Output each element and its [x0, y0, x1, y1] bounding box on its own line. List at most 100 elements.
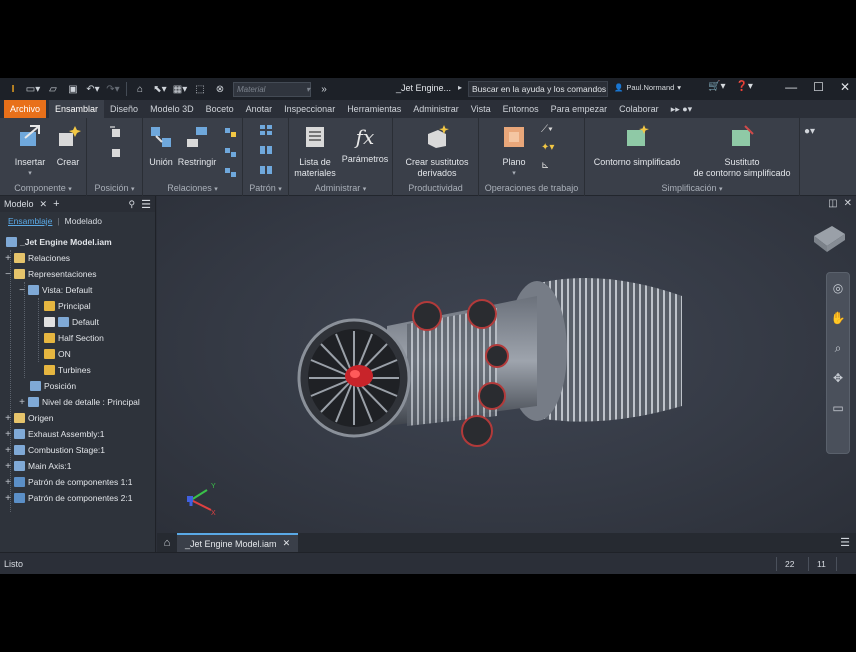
- tree-item-turbines[interactable]: Turbines: [44, 362, 91, 378]
- look-at-icon[interactable]: ▭: [827, 393, 849, 423]
- select-icon[interactable]: ⬉▾: [153, 83, 167, 95]
- lista-materiales-button[interactable]: Lista de materiales: [293, 124, 337, 179]
- show-sick-icon[interactable]: [223, 146, 237, 158]
- user-account[interactable]: 👤 Paul.Normand ▾: [614, 83, 681, 92]
- tree-root[interactable]: _Jet Engine Model.iam: [6, 234, 112, 250]
- ribbon-options-icon[interactable]: ●▾: [804, 126, 815, 137]
- cart-icon[interactable]: 🛒▾: [708, 81, 725, 92]
- hide-relations-icon[interactable]: [223, 166, 237, 178]
- zoom-icon[interactable]: ⌕: [827, 333, 849, 363]
- simplificacion-group-label[interactable]: Simplificación ▾: [585, 183, 799, 193]
- jet-engine-model[interactable]: [297, 256, 697, 476]
- new-file-icon[interactable]: ▭▾: [26, 83, 40, 95]
- show-relations-icon[interactable]: [223, 126, 237, 138]
- tree-item-representaciones[interactable]: − Representaciones: [4, 266, 96, 282]
- tree-item-nivel[interactable]: + Nivel de detalle : Principal: [18, 394, 140, 410]
- redo-icon[interactable]: ↷▾: [106, 83, 120, 95]
- move-icon[interactable]: [109, 126, 123, 138]
- save-icon[interactable]: ▣: [66, 83, 80, 95]
- tab-colaborar[interactable]: Colaborar: [613, 100, 665, 118]
- work-axis-icon[interactable]: ⟋▾: [541, 124, 553, 135]
- minimize-icon[interactable]: —: [785, 80, 797, 94]
- expand-toolbar-icon[interactable]: »: [317, 83, 331, 95]
- pan-icon[interactable]: ✋: [827, 303, 849, 333]
- insertar-button[interactable]: Insertar ▾: [10, 124, 50, 179]
- tab-archivo[interactable]: Archivo: [4, 100, 47, 118]
- close-view-icon[interactable]: ✕: [844, 198, 852, 209]
- tree-item-relaciones[interactable]: + Relaciones: [4, 250, 70, 266]
- rotate-icon[interactable]: [109, 146, 123, 158]
- tab-boceto[interactable]: Boceto: [200, 100, 240, 118]
- tab-para-empezar[interactable]: Para empezar: [545, 100, 614, 118]
- tree-item-on[interactable]: ON: [44, 346, 71, 362]
- measure-icon[interactable]: ▦▾: [173, 83, 187, 95]
- tree-item-posicion[interactable]: Posición: [30, 378, 76, 394]
- orbit-icon[interactable]: ✥: [827, 363, 849, 393]
- work-point-icon[interactable]: ✦▾: [541, 142, 554, 153]
- mirror-icon[interactable]: [259, 144, 273, 156]
- tab-inspeccionar[interactable]: Inspeccionar: [278, 100, 341, 118]
- help-icon[interactable]: ❓▾: [735, 81, 752, 92]
- copy-icon[interactable]: [259, 164, 273, 176]
- tree-item-half-section[interactable]: Half Section: [44, 330, 104, 346]
- restore-view-icon[interactable]: ◫: [828, 198, 837, 209]
- document-tab[interactable]: _Jet Engine Model.iam ✕: [177, 533, 299, 552]
- menu-icon[interactable]: ☰: [141, 198, 155, 211]
- pattern-icon[interactable]: [259, 124, 273, 136]
- close-icon[interactable]: ✕: [840, 80, 850, 94]
- tree-item-mainaxis[interactable]: + Main Axis:1: [4, 458, 71, 474]
- material-dropdown[interactable]: Material ▾: [233, 81, 311, 97]
- tab-modelo-3d[interactable]: Modelo 3D: [144, 100, 200, 118]
- tree-item-patron2[interactable]: + Patrón de componentes 2:1: [4, 490, 132, 506]
- tab-herramientas[interactable]: Herramientas: [341, 100, 407, 118]
- color-icon[interactable]: ⬚: [193, 83, 207, 95]
- ucs-icon[interactable]: ⊾: [541, 160, 549, 171]
- tree-item-origen[interactable]: + Origen: [4, 410, 53, 426]
- administrar-group-label[interactable]: Administrar ▾: [289, 183, 392, 193]
- crear-button[interactable]: Crear: [52, 124, 84, 168]
- tree-item-patron1[interactable]: + Patrón de componentes 1:1: [4, 474, 132, 490]
- sustituto-contorno-button[interactable]: Sustituto de contorno simplificado: [685, 124, 799, 179]
- relaciones-group-label[interactable]: Relaciones ▾: [143, 183, 242, 193]
- componente-group-label[interactable]: Componente ▾: [0, 183, 86, 193]
- graphics-viewport[interactable]: ◫ ✕ ◎ ✋ ⌕ ✥ ▭ Y X: [157, 196, 856, 533]
- restringir-button[interactable]: Restringir: [177, 124, 217, 168]
- inventor-logo-icon[interactable]: I: [6, 83, 20, 95]
- tab-anotar[interactable]: Anotar: [240, 100, 279, 118]
- appearance-icon[interactable]: ⊗: [213, 83, 227, 95]
- tab-entornos[interactable]: Entornos: [497, 100, 545, 118]
- patron-group-label[interactable]: Patrón ▾: [243, 183, 288, 193]
- undo-icon[interactable]: ↶▾: [86, 83, 100, 95]
- search-icon[interactable]: ⚲: [129, 199, 136, 210]
- navigation-bar: ◎ ✋ ⌕ ✥ ▭: [826, 272, 850, 454]
- plano-button[interactable]: Plano ▾: [495, 124, 533, 179]
- viewcube-icon[interactable]: [812, 224, 846, 254]
- tree-item-combustion[interactable]: + Combustion Stage:1: [4, 442, 105, 458]
- tab-ensamblar[interactable]: Ensamblar: [49, 100, 105, 118]
- tree-item-exhaust[interactable]: + Exhaust Assembly:1: [4, 426, 104, 442]
- posicion-group-label[interactable]: Posición ▾: [87, 183, 142, 193]
- tab-administrar[interactable]: Administrar: [407, 100, 465, 118]
- add-icon[interactable]: +: [53, 198, 59, 210]
- maximize-icon[interactable]: ☐: [813, 80, 824, 94]
- home-icon[interactable]: ⌂: [133, 83, 147, 95]
- tab-vista[interactable]: Vista: [465, 100, 497, 118]
- parametros-button[interactable]: fx Parámetros: [339, 124, 391, 165]
- tree-item-vista[interactable]: − Vista: Default: [18, 282, 92, 298]
- menu-icon[interactable]: ☰: [840, 536, 850, 549]
- contorno-simplificado-button[interactable]: Contorno simplificado: [587, 124, 687, 168]
- close-icon[interactable]: ✕: [283, 538, 291, 549]
- tab-ensamblaje[interactable]: Ensamblaje: [8, 216, 52, 226]
- union-button[interactable]: Unión: [145, 124, 177, 168]
- home-icon[interactable]: ⌂: [157, 537, 177, 549]
- tree-item-principal[interactable]: Principal: [44, 298, 91, 314]
- tree-item-default[interactable]: Default: [44, 314, 99, 330]
- crear-sustitutos-button[interactable]: Crear sustitutos derivados: [397, 124, 477, 179]
- more-tabs-icon[interactable]: ▸▸ ●▾: [665, 100, 699, 118]
- help-search-input[interactable]: Buscar en la ayuda y los comandos: [468, 81, 608, 97]
- close-icon[interactable]: ✕: [40, 199, 48, 210]
- steering-wheel-icon[interactable]: ◎: [827, 273, 849, 303]
- tab-modelado[interactable]: Modelado: [65, 216, 102, 226]
- tab-diseno[interactable]: Diseño: [104, 100, 144, 118]
- open-icon[interactable]: ▱: [46, 83, 60, 95]
